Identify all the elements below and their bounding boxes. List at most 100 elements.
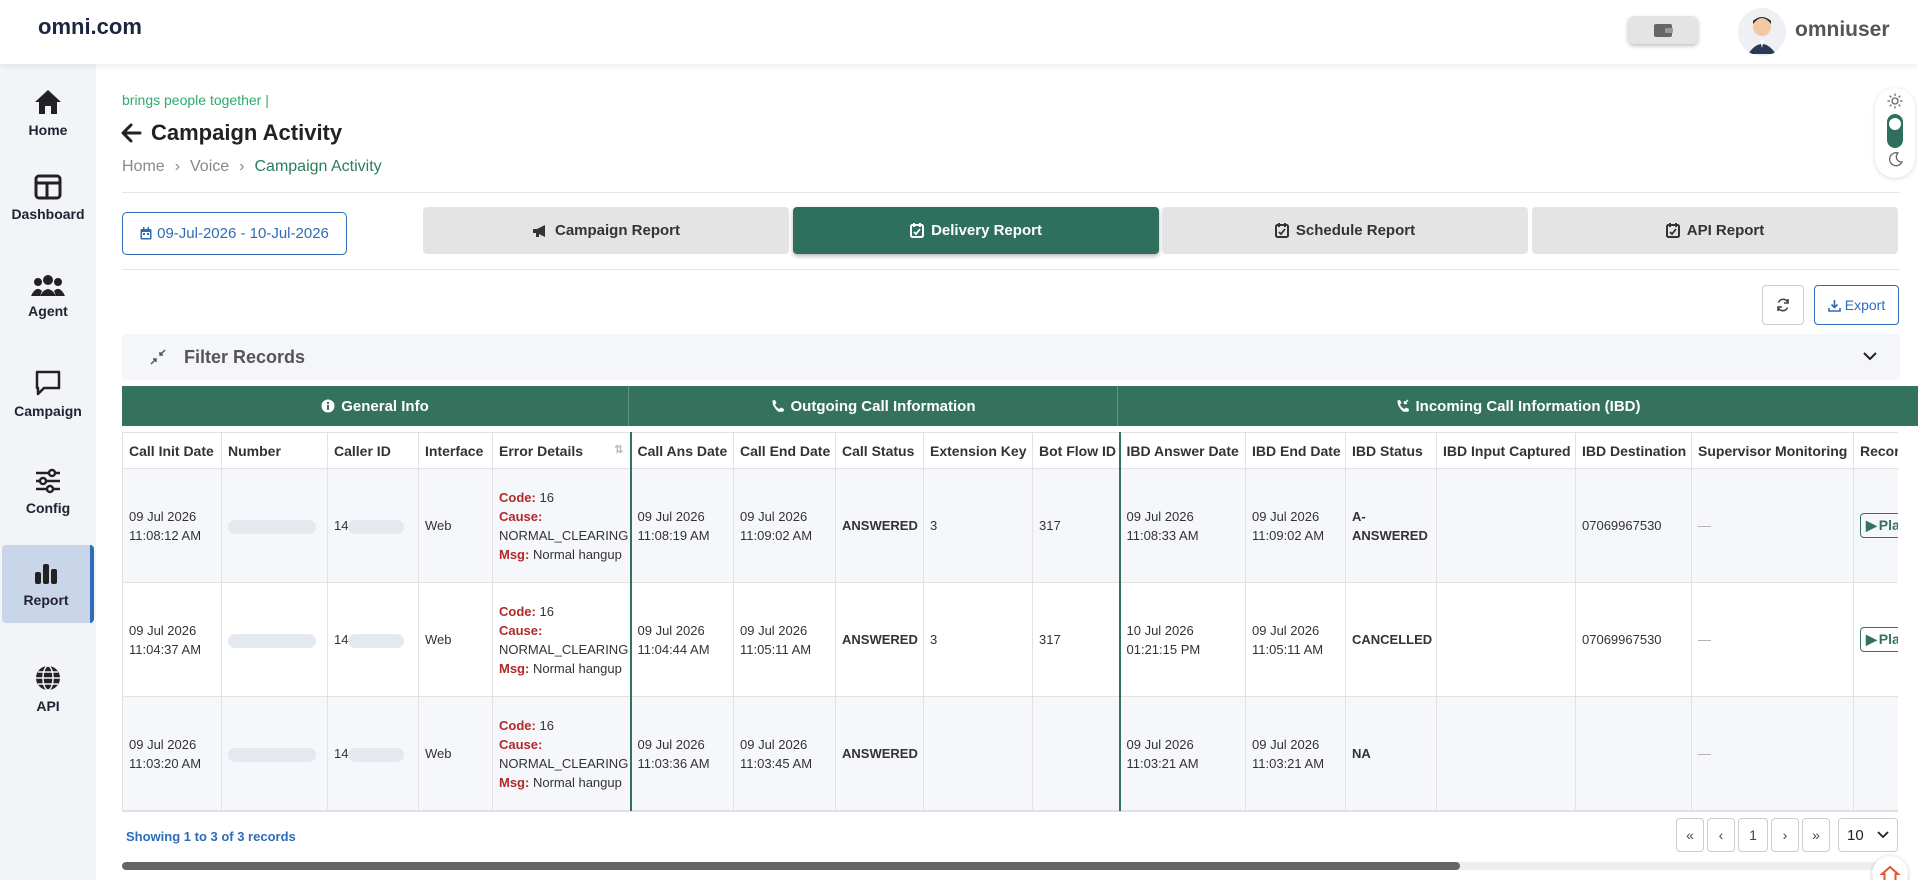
- download-icon: [1827, 299, 1841, 312]
- col-call-ans-date[interactable]: Call Ans Date: [629, 432, 734, 469]
- cell-ibd-destination: [1575, 696, 1692, 811]
- sliders-icon: [36, 468, 60, 494]
- cell-call-init-date: 09 Jul 2026 11:04:37 AM: [122, 582, 222, 697]
- avatar[interactable]: [1738, 8, 1786, 56]
- col-ibd-status[interactable]: IBD Status: [1345, 432, 1437, 469]
- theme-switch[interactable]: [1887, 114, 1903, 148]
- brand-logo[interactable]: omni.com: [38, 14, 142, 40]
- tab-campaign-report[interactable]: Campaign Report: [423, 207, 789, 254]
- play-button[interactable]: ▶Play: [1860, 513, 1898, 538]
- page-1-button[interactable]: 1: [1738, 818, 1768, 852]
- next-page-button[interactable]: ›: [1771, 818, 1799, 852]
- divider: [122, 269, 1900, 270]
- sidebar-item-campaign[interactable]: Campaign: [0, 355, 96, 433]
- col-ibd-destination[interactable]: IBD Destination: [1575, 432, 1692, 469]
- cell-bot-flow-id: 317: [1032, 468, 1120, 583]
- cell-call-end-date: 09 Jul 2026 11:03:45 AM: [733, 696, 836, 811]
- cell-ibd-end-date: 09 Jul 2026 11:09:02 AM: [1245, 468, 1346, 583]
- phone-icon: [771, 400, 784, 412]
- sidebar-item-report[interactable]: Report: [2, 545, 94, 623]
- chevron-right-icon: ›: [174, 158, 181, 175]
- cell-number: [221, 468, 328, 583]
- breadcrumb-voice[interactable]: Voice: [190, 158, 229, 176]
- export-button[interactable]: Export: [1814, 285, 1899, 325]
- cell-bot-flow-id: [1032, 696, 1120, 811]
- username[interactable]: omniuser: [1795, 18, 1890, 42]
- cell-extension-key: 3: [923, 468, 1033, 583]
- divider: [122, 192, 1900, 193]
- cell-supervisor-monitoring: —: [1691, 582, 1854, 697]
- sidebar: Home Dashboard Agent Campaign Config Rep…: [0, 64, 96, 880]
- calendar-check-icon: [910, 223, 925, 238]
- cell-call-init-date: 09 Jul 2026 11:08:12 AM: [122, 468, 222, 583]
- breadcrumb-home[interactable]: Home: [122, 158, 165, 176]
- sidebar-item-agent[interactable]: Agent: [0, 257, 96, 335]
- col-bot-flow-id[interactable]: Bot Flow ID: [1032, 432, 1120, 469]
- calendar-check-icon: [1665, 223, 1680, 238]
- col-recording[interactable]: Recording: [1853, 432, 1898, 469]
- sidebar-item-api[interactable]: API: [0, 650, 96, 728]
- col-supervisor-monitoring[interactable]: Supervisor Monitoring: [1691, 432, 1854, 469]
- table-row[interactable]: 09 Jul 2026 11:08:12 AM 14 Web Code: 16 Ca…: [122, 468, 1898, 583]
- tab-delivery-report[interactable]: Delivery Report: [793, 207, 1159, 254]
- calendar-icon: [140, 227, 152, 240]
- sidebar-item-label: Agent: [28, 303, 68, 319]
- cell-error-details: Code: 16 Cause: NORMAL_CLEARING Msg: Normal…: [492, 468, 631, 583]
- home-icon: [1879, 865, 1901, 880]
- tab-schedule-report[interactable]: Schedule Report: [1162, 207, 1528, 254]
- col-call-end-date[interactable]: Call End Date: [733, 432, 836, 469]
- sidebar-item-dashboard[interactable]: Dashboard: [0, 159, 96, 237]
- sort-icon[interactable]: ⇅: [614, 443, 623, 456]
- table-row[interactable]: 09 Jul 2026 11:03:20 AM 14 Web Code: 16 Ca…: [122, 696, 1898, 811]
- col-call-status[interactable]: Call Status: [835, 432, 924, 469]
- dashboard-icon: [34, 174, 62, 200]
- col-ibd-answer-date[interactable]: IBD Answer Date: [1118, 432, 1246, 469]
- page-title: Campaign Activity: [151, 120, 343, 145]
- sidebar-item-config[interactable]: Config: [0, 453, 96, 531]
- play-button[interactable]: ▶Play: [1860, 627, 1898, 652]
- calendar-check-icon: [1274, 223, 1289, 238]
- delivery-report-table[interactable]: Call Init Date Number Caller ID Interfac…: [122, 432, 1898, 812]
- cell-number: [221, 696, 328, 811]
- col-caller-id[interactable]: Caller ID: [327, 432, 419, 469]
- col-call-init-date[interactable]: Call Init Date: [122, 432, 222, 469]
- col-ibd-end-date[interactable]: IBD End Date: [1245, 432, 1346, 469]
- table-row[interactable]: 09 Jul 2026 11:04:37 AM 14 Web Code: 16 Ca…: [122, 582, 1898, 697]
- chat-icon: [35, 370, 61, 396]
- chevron-down-icon[interactable]: [1862, 350, 1878, 362]
- filter-title: Filter Records: [184, 347, 306, 367]
- cell-call-end-date: 09 Jul 2026 11:05:11 AM: [733, 582, 836, 697]
- sidebar-item-home[interactable]: Home: [0, 74, 96, 152]
- chevron-right-icon: ›: [239, 158, 245, 175]
- cell-caller-id: 14: [327, 696, 419, 811]
- page-size-select[interactable]: 10: [1838, 818, 1898, 852]
- cell-caller-id: 14: [327, 582, 419, 697]
- cell-error-details: Code: 16 Cause: NORMAL_CLEARING Msg: Normal…: [492, 582, 631, 697]
- cell-call-end-date: 09 Jul 2026 11:09:02 AM: [733, 468, 836, 583]
- cell-interface: Web: [418, 696, 493, 811]
- play-icon: ▶: [1866, 631, 1877, 647]
- horizontal-scrollbar[interactable]: [122, 862, 1898, 870]
- first-page-button[interactable]: «: [1676, 818, 1704, 852]
- scrollbar-thumb[interactable]: [122, 862, 1460, 870]
- last-page-button[interactable]: »: [1802, 818, 1830, 852]
- col-interface[interactable]: Interface: [418, 432, 493, 469]
- col-extension-key[interactable]: Extension Key: [923, 432, 1033, 469]
- wallet-button[interactable]: [1628, 16, 1698, 44]
- date-range-picker[interactable]: 09-Jul-2026 - 10-Jul-2026: [122, 212, 347, 255]
- cell-ibd-status: CANCELLED: [1345, 582, 1437, 697]
- theme-toggle[interactable]: [1875, 88, 1915, 178]
- filter-records-panel[interactable]: Filter Records: [122, 334, 1900, 380]
- refresh-icon: [1777, 298, 1789, 312]
- home-fab-button[interactable]: [1872, 856, 1908, 880]
- prev-page-button[interactable]: ‹: [1707, 818, 1735, 852]
- col-error-details[interactable]: Error Details ⇅: [492, 432, 631, 469]
- tab-api-report[interactable]: API Report: [1532, 207, 1898, 254]
- col-number[interactable]: Number: [221, 432, 328, 469]
- back-arrow-icon[interactable]: [120, 120, 142, 146]
- refresh-button[interactable]: [1762, 285, 1804, 325]
- col-ibd-input-captured[interactable]: IBD Input Captured: [1436, 432, 1576, 469]
- cell-caller-id: 14: [327, 468, 419, 583]
- cell-call-status: ANSWERED: [835, 696, 924, 811]
- group-incoming-call: Incoming Call Information (IBD): [1118, 386, 1918, 426]
